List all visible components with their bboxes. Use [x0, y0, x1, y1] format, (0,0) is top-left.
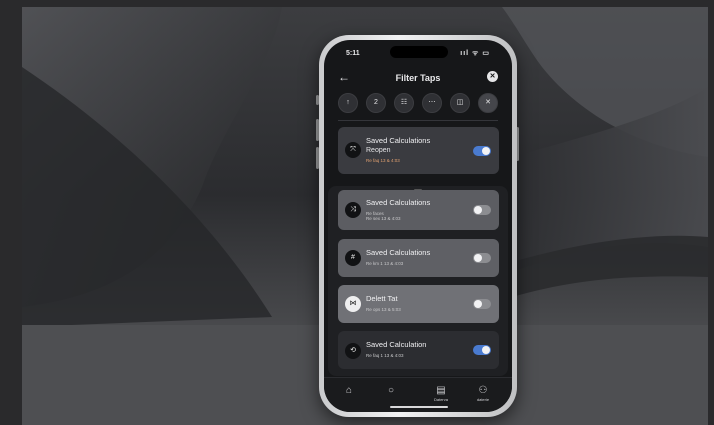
toggle-knob — [474, 206, 482, 214]
filter-chip-close[interactable]: ✕ — [478, 93, 498, 113]
card-toggle[interactable] — [473, 345, 491, 355]
card-meta: Re faq 1 13 & 4:03 — [366, 353, 404, 358]
toggle-knob — [474, 254, 482, 262]
list-item[interactable]: ⟲ Saved Calculation Re faq 1 13 & 4:03 — [338, 331, 499, 369]
card-title: Saved Calculation — [366, 340, 427, 349]
list-item[interactable]: ⤧ Saved Calculations Reopen Re faq 13 & … — [338, 127, 499, 174]
filter-chip-more[interactable]: ⋯ — [422, 93, 442, 113]
card-meta: Re ops 13 & 5:03 — [366, 307, 401, 312]
filter-chip-grid[interactable]: ☷ — [394, 93, 414, 113]
divider — [338, 120, 498, 121]
tab-bar: ⌂ ○ ▤ Daterva ⚇ daterie — [324, 377, 512, 412]
phone-screen: 5:11 ııl ᯤ ▭ ← Filter Taps ✕ ↑ 2 ☷ ⋯ ◫ ✕… — [324, 40, 512, 412]
list-item[interactable]: ⋈ Delett Tat Re ops 13 & 5:03 — [338, 285, 499, 323]
shuffle-icon: ⤨ — [345, 202, 361, 218]
refresh-icon: ⟲ — [345, 343, 361, 359]
filter-chip-row: ↑ 2 ☷ ⋯ ◫ ✕ — [338, 93, 498, 113]
card-toggle[interactable] — [473, 299, 491, 309]
page-title: Filter Taps — [395, 73, 441, 83]
bowtie-icon: ⋈ — [345, 296, 361, 312]
filter-chip-upload[interactable]: ↑ — [338, 93, 358, 113]
dynamic-island — [390, 46, 448, 58]
card-toggle[interactable] — [473, 146, 491, 156]
shuffle-icon: ⤧ — [345, 142, 361, 158]
background-scene: 5:11 ııl ᯤ ▭ ← Filter Taps ✕ ↑ 2 ☷ ⋯ ◫ ✕… — [22, 7, 708, 425]
home-indicator — [390, 406, 448, 408]
card-toggle[interactable] — [473, 205, 491, 215]
toggle-knob — [482, 147, 490, 155]
tab-home[interactable]: ⌂ — [332, 386, 366, 397]
tab-search[interactable]: ○ — [374, 386, 408, 397]
filter-chip-window[interactable]: ◫ — [450, 93, 470, 113]
home-icon: ⌂ — [345, 385, 353, 396]
toggle-knob — [474, 300, 482, 308]
tab-label: Daterva — [433, 397, 448, 402]
card-meta: Re faces Re sex 13 & 4:03 — [366, 211, 401, 221]
card-meta: Re km 1 13 & 4:03 — [366, 261, 404, 266]
card-toggle[interactable] — [473, 253, 491, 263]
card-title: Saved Calculations — [366, 198, 431, 207]
hash-icon: # — [345, 250, 361, 266]
top-bar: ← Filter Taps ✕ — [324, 70, 512, 90]
profile-icon: ⚇ — [478, 385, 488, 396]
list-item[interactable]: # Saved Calculations Re km 1 13 & 4:03 — [338, 239, 499, 277]
status-icons: ııl ᯤ ▭ — [460, 50, 490, 57]
tab-data[interactable]: ▤ Daterva — [424, 385, 458, 403]
filter-chip-two[interactable]: 2 — [366, 93, 386, 113]
tab-label: daterie — [476, 397, 490, 402]
card-title: Delett Tat — [366, 294, 398, 303]
phone-frame: 5:11 ııl ᯤ ▭ ← Filter Taps ✕ ↑ 2 ☷ ⋯ ◫ ✕… — [319, 35, 517, 417]
document-icon: ▤ — [436, 385, 446, 396]
list-item[interactable]: ⤨ Saved Calculations Re faces Re sex 13 … — [338, 190, 499, 230]
card-meta: Re faq 13 & 4:03 — [366, 158, 400, 163]
toggle-knob — [482, 346, 490, 354]
card-subtitle: Reopen — [366, 147, 391, 154]
search-icon: ○ — [387, 385, 395, 396]
status-time: 5:11 — [346, 50, 360, 57]
card-title: Saved Calculations — [366, 136, 431, 145]
close-icon[interactable]: ✕ — [487, 71, 498, 82]
card-title: Saved Calculations — [366, 248, 431, 257]
tab-profile[interactable]: ⚇ daterie — [466, 385, 500, 403]
